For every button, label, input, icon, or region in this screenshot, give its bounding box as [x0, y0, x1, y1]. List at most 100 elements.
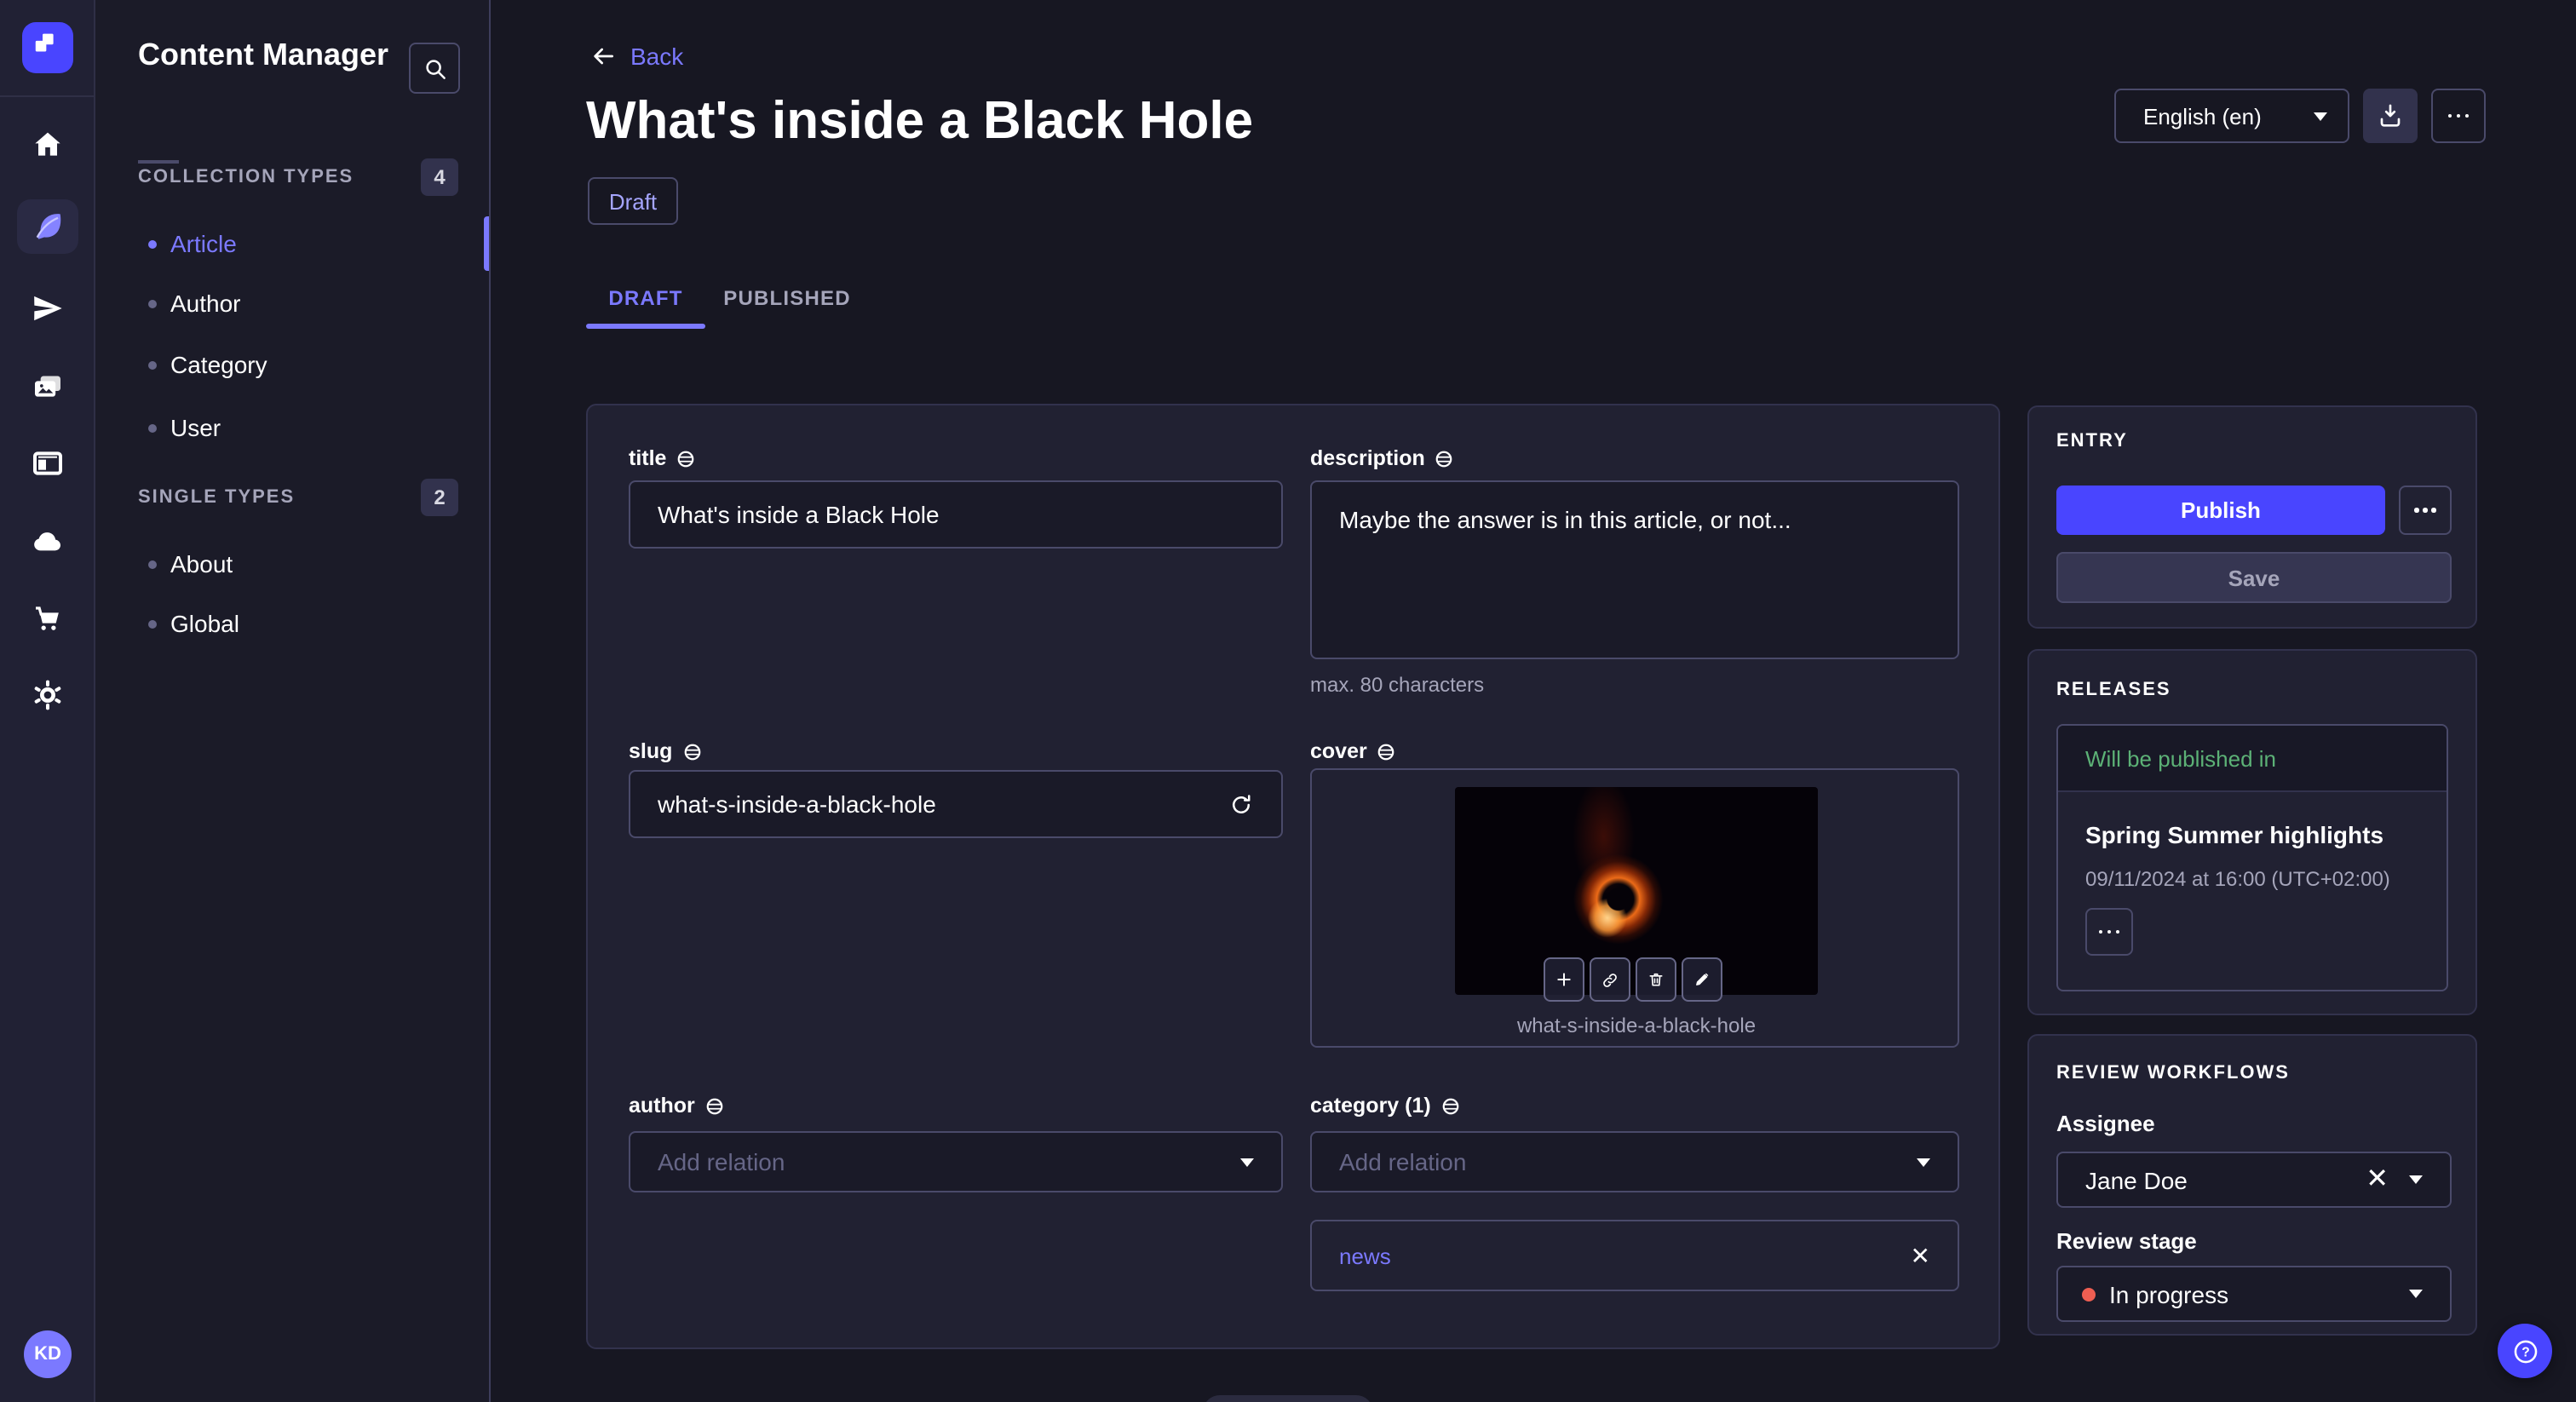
relation-link-news[interactable]: news [1339, 1243, 1391, 1268]
globe-icon [1436, 450, 1453, 467]
more-icon [2447, 113, 2470, 118]
bottom-pill-button[interactable] [1203, 1395, 1373, 1402]
release-name: Spring Summer highlights [2085, 821, 2384, 848]
export-button[interactable] [2363, 89, 2418, 143]
title-field-label: title [629, 446, 695, 470]
section-single-types: SINGLE TYPES [138, 487, 296, 508]
cover-media-box: what-s-inside-a-black-hole [1310, 768, 1959, 1048]
field-label-text: category (1) [1310, 1094, 1431, 1118]
globe-icon [706, 1097, 723, 1114]
subnav-title: Content Manager [138, 37, 389, 72]
regenerate-icon[interactable] [1228, 791, 1254, 817]
clear-assignee-icon[interactable]: ✕ [2366, 1165, 2389, 1193]
app-window: KD Content Manager COLLECTION TYPES 4 Ar… [0, 0, 2576, 1402]
publish-button[interactable]: Publish [2056, 486, 2385, 535]
home-icon[interactable] [31, 128, 65, 162]
svg-text:?: ? [2521, 1345, 2529, 1359]
content-manager-feather-icon[interactable] [31, 210, 65, 244]
description-field-label: description [1310, 446, 1454, 470]
status-badge: Draft [588, 177, 678, 225]
locale-value: English (en) [2143, 103, 2262, 129]
help-button[interactable]: ? [2498, 1324, 2552, 1378]
release-more-button[interactable] [2085, 908, 2133, 956]
release-card: Will be published in Spring Summer highl… [2056, 724, 2448, 991]
user-avatar[interactable]: KD [24, 1330, 72, 1378]
category-relation-select[interactable]: Add relation [1310, 1131, 1959, 1192]
back-link[interactable]: Back [589, 43, 683, 70]
remove-relation-icon[interactable]: ✕ [1911, 1244, 1930, 1267]
category-field-label: category (1) [1310, 1094, 1460, 1118]
back-arrow-icon [594, 48, 613, 65]
page-title: What's inside a Black Hole [586, 90, 1254, 150]
assignee-label: Assignee [2056, 1111, 2155, 1136]
description-value: Maybe the answer is in this article, or … [1339, 506, 1791, 533]
more-icon [2414, 508, 2436, 513]
strapi-logo-icon[interactable] [22, 22, 73, 73]
field-label-text: description [1310, 446, 1425, 470]
settings-gear-icon[interactable] [31, 678, 65, 712]
media-library-icon[interactable] [31, 370, 65, 404]
field-label-text: slug [629, 739, 673, 763]
globe-icon [684, 743, 700, 760]
bullet-icon [148, 560, 157, 568]
delete-media-button[interactable] [1636, 957, 1676, 1002]
sidebar-item-global[interactable]: Global [148, 606, 239, 641]
description-textarea[interactable]: Maybe the answer is in this article, or … [1310, 480, 1959, 659]
add-media-button[interactable] [1544, 957, 1584, 1002]
active-tab-underline [586, 324, 705, 329]
sidebar-item-author[interactable]: Author [148, 286, 241, 320]
category-placeholder: Add relation [1339, 1148, 1467, 1175]
help-icon: ? [2513, 1339, 2537, 1363]
slug-field-label: slug [629, 739, 701, 763]
sidebar-item-about[interactable]: About [148, 547, 233, 581]
assignee-select[interactable]: Jane Doe ✕ [2056, 1152, 2452, 1208]
entry-panel: ENTRY Publish Save [2027, 405, 2477, 629]
send-icon[interactable] [31, 291, 65, 325]
field-label-text: title [629, 446, 667, 470]
logo-cell [0, 0, 95, 97]
search-button[interactable] [409, 43, 460, 94]
search-icon [425, 59, 445, 78]
release-status: Will be published in [2085, 745, 2277, 771]
cloud-icon[interactable] [31, 525, 65, 559]
sidebar-item-article[interactable]: Article [148, 227, 237, 261]
more-icon [2098, 929, 2120, 934]
releases-panel: RELEASES Will be published in Spring Sum… [2027, 649, 2477, 1015]
edit-media-button[interactable] [1682, 957, 1722, 1002]
sidebar-item-category[interactable]: Category [148, 348, 267, 382]
single-types-count-badge: 2 [421, 479, 458, 516]
tab-draft-label: DRAFT [608, 286, 683, 310]
bullet-icon [148, 360, 157, 369]
slug-input[interactable]: what-s-inside-a-black-hole [629, 770, 1283, 838]
cover-field-label: cover [1310, 739, 1396, 763]
cover-filename: what-s-inside-a-black-hole [1516, 1014, 1757, 1037]
copy-link-button[interactable] [1590, 957, 1630, 1002]
review-stage-select[interactable]: In progress [2056, 1266, 2452, 1322]
download-icon [2380, 104, 2401, 127]
cart-icon[interactable] [31, 601, 65, 635]
content-manager-subnav: Content Manager COLLECTION TYPES 4 Artic… [95, 0, 491, 1402]
back-label: Back [630, 43, 684, 70]
chevron-down-icon [1917, 1158, 1930, 1166]
edit-form-card: title What's inside a Black Hole descrip… [586, 404, 2000, 1349]
releases-heading: RELEASES [2056, 680, 2171, 700]
save-button[interactable]: Save [2056, 552, 2452, 603]
review-workflows-panel: REVIEW WORKFLOWS Assignee Jane Doe ✕ Rev… [2027, 1034, 2477, 1336]
sidebar-item-label: Category [170, 351, 267, 378]
tab-published[interactable]: PUBLISHED [705, 273, 869, 324]
author-relation-select[interactable]: Add relation [629, 1131, 1283, 1192]
bullet-icon [148, 619, 157, 628]
sidebar-item-label: Author [170, 290, 241, 317]
title-input[interactable]: What's inside a Black Hole [629, 480, 1283, 549]
stage-value: In progress [2109, 1280, 2229, 1307]
chevron-down-icon [2409, 1175, 2423, 1184]
header-more-button[interactable] [2431, 89, 2486, 143]
locale-select[interactable]: English (en) [2114, 89, 2349, 143]
tab-draft[interactable]: DRAFT [586, 273, 705, 324]
sidebar-item-user[interactable]: User [148, 411, 221, 445]
sidebar-item-label: About [170, 550, 233, 577]
assignee-value: Jane Doe [2085, 1166, 2188, 1193]
content-type-builder-icon[interactable] [31, 446, 65, 480]
entry-more-button[interactable] [2399, 486, 2452, 535]
field-label-text: author [629, 1094, 695, 1118]
